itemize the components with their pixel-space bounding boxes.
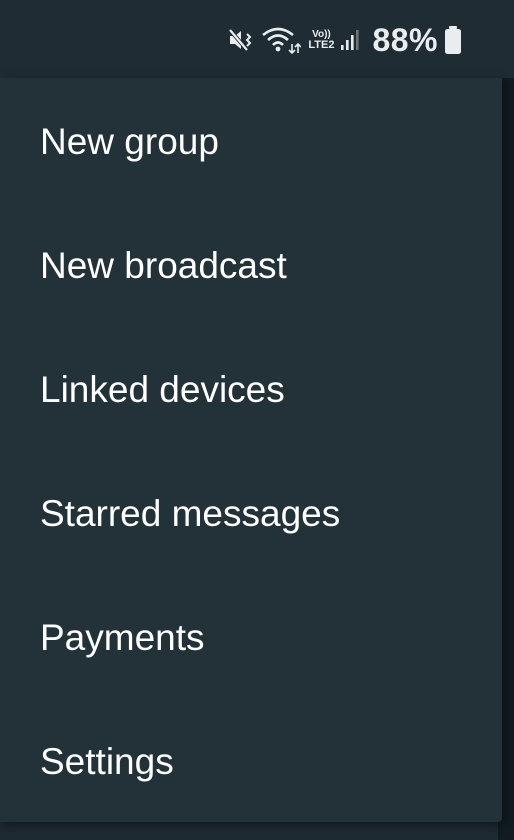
menu-item-label: Linked devices [40, 369, 285, 410]
battery-percentage: 88% [372, 21, 438, 58]
wifi-icon [261, 25, 302, 55]
menu-item-label: Starred messages [40, 493, 341, 534]
volte-label: Vo)) [312, 28, 331, 40]
battery-icon [444, 25, 462, 55]
menu-item-linked-devices[interactable]: Linked devices [0, 328, 502, 452]
status-bar: Vo)) LTE2 88% [0, 0, 514, 78]
menu-item-label: Payments [40, 617, 205, 658]
menu-item-payments[interactable]: Payments [0, 576, 502, 700]
lte-label: LTE2 [308, 38, 335, 51]
mute-vibrate-icon [227, 26, 255, 54]
volte-lte-indicator: Vo)) LTE2 [308, 28, 335, 51]
menu-item-label: New broadcast [40, 245, 287, 286]
overflow-menu: New group New broadcast Linked devices S… [0, 78, 502, 822]
cellular-signal-icon [340, 28, 360, 52]
menu-item-starred-messages[interactable]: Starred messages [0, 452, 502, 576]
menu-item-new-broadcast[interactable]: New broadcast [0, 204, 502, 328]
menu-item-label: Settings [40, 741, 174, 782]
menu-item-label: New group [40, 121, 219, 162]
menu-item-new-group[interactable]: New group [0, 80, 502, 204]
status-icons: Vo)) LTE2 88% [227, 18, 462, 62]
menu-item-settings[interactable]: Settings [0, 700, 502, 824]
